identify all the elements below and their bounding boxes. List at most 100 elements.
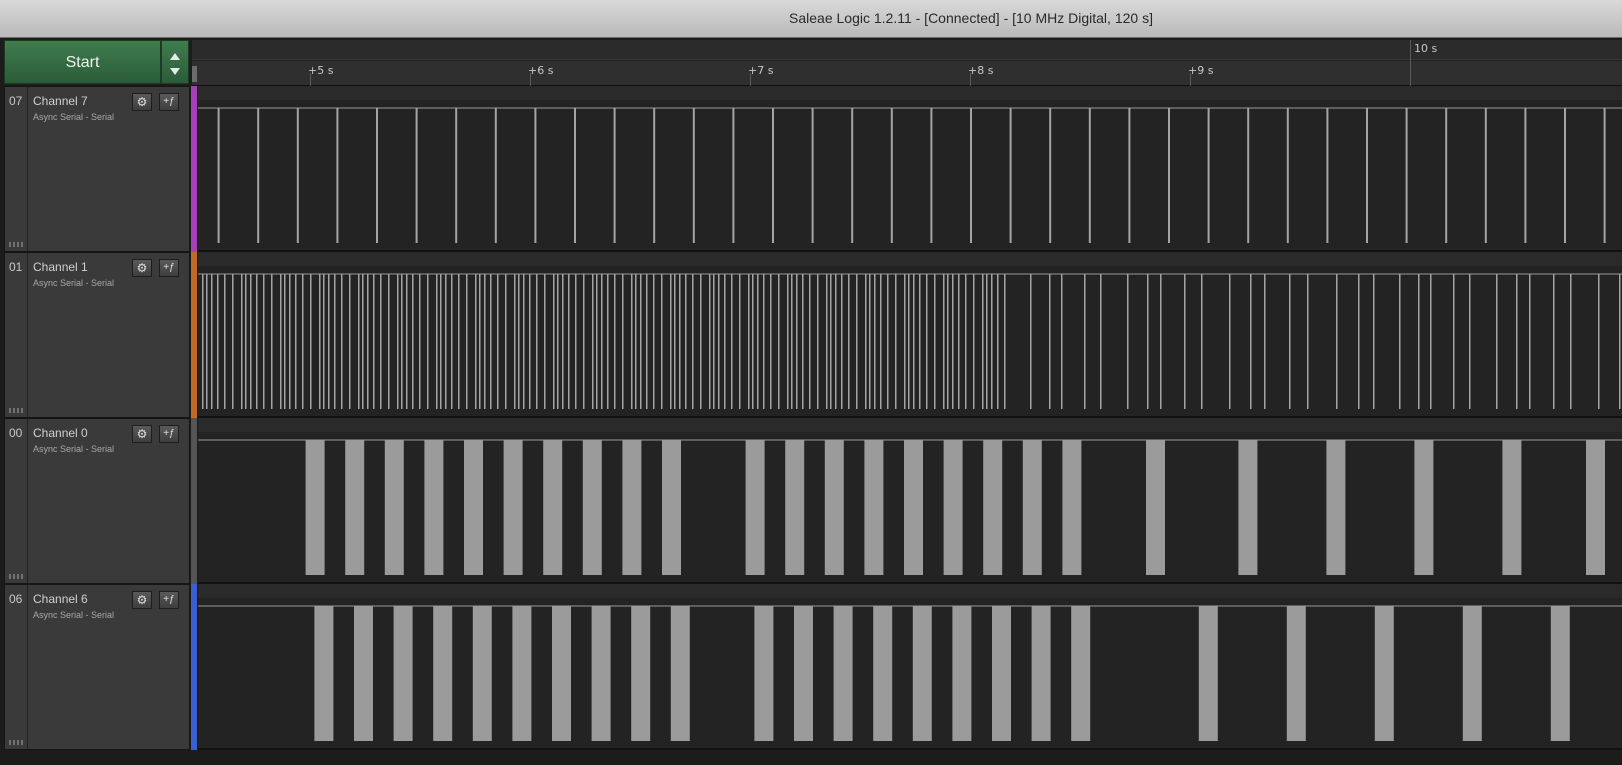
signal-pulse <box>412 274 414 409</box>
signal-pulse <box>1229 274 1231 409</box>
signal-burst <box>512 606 532 741</box>
signal-pulse <box>475 274 477 409</box>
signal-burst <box>1502 440 1522 575</box>
signal-pulse <box>296 108 299 243</box>
signal-pulse <box>965 274 967 409</box>
signal-pulse <box>529 274 531 409</box>
signal-burst <box>591 606 611 741</box>
signal-pulse <box>217 108 220 243</box>
signal-pulse <box>874 274 876 409</box>
signal-pulse <box>427 274 429 409</box>
signal-pulse <box>646 274 648 409</box>
signal-burst <box>670 606 690 741</box>
signal-pulse <box>328 274 330 409</box>
signal-pulse <box>250 274 252 409</box>
signal-pulse <box>958 274 960 409</box>
signal-pulse <box>323 274 325 409</box>
signal-pulse <box>1418 274 1420 409</box>
signal-pulse <box>289 274 291 409</box>
signal-pulse <box>241 274 243 409</box>
signal-burst <box>904 440 923 575</box>
signal-burst <box>943 440 963 575</box>
signal-pulse <box>1524 108 1527 243</box>
waveform-area[interactable] <box>0 0 1622 765</box>
signal-pulse <box>263 274 265 409</box>
signal-pulse <box>388 274 390 409</box>
signal-pulse <box>835 274 837 409</box>
signal-pulse <box>970 108 972 243</box>
signal-pulse <box>1453 274 1455 409</box>
signal-pulse <box>455 108 458 243</box>
signal-pulse <box>890 108 893 243</box>
signal-pulse <box>952 274 954 409</box>
signal-pulse <box>692 274 694 409</box>
signal-pulse <box>376 108 378 243</box>
signal-pulse <box>904 274 906 409</box>
signal-pulse <box>256 274 258 409</box>
signal-pulse <box>757 274 759 409</box>
signal-burst <box>983 440 1003 575</box>
signal-burst <box>785 440 805 575</box>
signal-pulse <box>401 274 403 409</box>
signal-pulse <box>973 274 975 409</box>
signal-burst <box>472 606 492 741</box>
signal-pulse <box>811 108 814 243</box>
signal-burst <box>1198 606 1218 741</box>
signal-pulse <box>1168 108 1170 243</box>
signal-burst <box>662 440 681 575</box>
signal-pulse <box>334 274 336 409</box>
signal-pulse <box>336 108 339 243</box>
signal-pulse <box>772 108 774 243</box>
signal-pulse <box>1147 274 1149 409</box>
channel-waveform-bg <box>198 86 1622 252</box>
signal-pulse <box>1358 274 1360 409</box>
signal-pulse <box>451 274 453 409</box>
signal-pulse <box>601 274 603 409</box>
signal-pulse <box>826 274 828 409</box>
signal-pulse <box>796 274 798 409</box>
signal-burst <box>582 440 602 575</box>
signal-pulse <box>670 274 672 409</box>
signal-pulse <box>865 274 867 409</box>
signal-pulse <box>1399 274 1401 409</box>
signal-pulse <box>206 274 208 409</box>
signal-pulse <box>490 274 492 409</box>
signal-pulse <box>1307 274 1309 409</box>
signal-pulse <box>302 274 304 409</box>
channel-header-strip <box>198 584 1622 598</box>
signal-pulse <box>494 108 497 243</box>
signal-pulse <box>640 274 642 409</box>
signal-pulse <box>947 274 949 409</box>
signal-pulse <box>232 274 234 409</box>
signal-burst <box>424 440 444 575</box>
signal-pulse <box>1469 274 1471 409</box>
signal-pulse <box>436 274 438 409</box>
channel-header-strip <box>198 418 1622 432</box>
signal-pulse <box>631 274 633 409</box>
signal-pulse <box>1030 274 1032 409</box>
signal-pulse <box>653 108 656 243</box>
signal-pulse <box>908 274 910 409</box>
signal-pulse <box>202 274 204 409</box>
signal-pulse <box>685 274 687 409</box>
signal-pulse <box>778 274 780 409</box>
signal-pulse <box>1207 108 1210 243</box>
signal-burst <box>384 440 404 575</box>
signal-pulse <box>1445 108 1448 243</box>
signal-pulse <box>731 274 733 409</box>
signal-pulse <box>848 274 850 409</box>
signal-pulse <box>1366 108 1368 243</box>
signal-pulse <box>1250 274 1252 409</box>
signal-pulse <box>880 274 882 409</box>
signal-pulse <box>622 274 624 409</box>
signal-pulse <box>1049 274 1051 409</box>
signal-pulse <box>367 274 369 409</box>
signal-pulse <box>224 274 226 409</box>
signal-pulse <box>1326 108 1329 243</box>
signal-pulse <box>926 274 928 409</box>
signal-pulse <box>607 274 609 409</box>
signal-pulse <box>319 274 321 409</box>
signal-pulse <box>1289 274 1291 409</box>
signal-burst <box>1550 606 1570 741</box>
signal-pulse <box>1529 274 1531 409</box>
